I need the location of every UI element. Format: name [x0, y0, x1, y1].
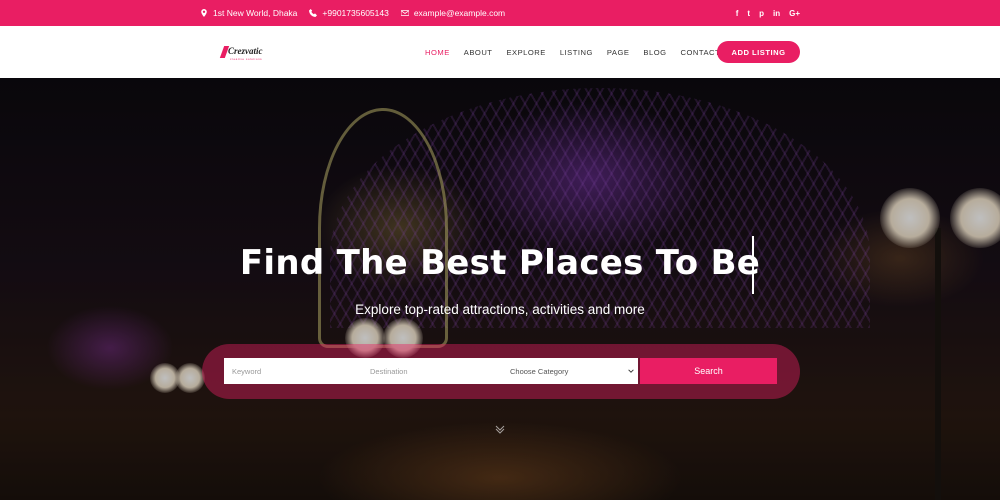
- google-plus-icon[interactable]: G+: [789, 9, 800, 18]
- hero-overlay: [0, 78, 1000, 500]
- pinterest-icon[interactable]: p: [759, 9, 764, 18]
- search-button[interactable]: Search: [640, 358, 777, 384]
- search-form: Keyword Destination Choose Category: [224, 358, 638, 384]
- category-select-value: Choose Category: [510, 366, 569, 376]
- address-item: 1st New World, Dhaka: [200, 8, 297, 18]
- facebook-icon[interactable]: f: [736, 9, 739, 18]
- nav-item-explore[interactable]: EXPLORE: [506, 48, 545, 57]
- nav-item-home[interactable]: HOME: [425, 48, 450, 57]
- social-links: f t p in G+: [736, 0, 800, 26]
- nav-item-page[interactable]: PAGE: [607, 48, 630, 57]
- brand-logo[interactable]: Crezvatic creative solutions: [219, 46, 263, 61]
- twitter-icon[interactable]: t: [747, 9, 750, 18]
- main-navbar: Crezvatic creative solutions HOME ABOUT …: [0, 26, 1000, 78]
- nav-item-listing[interactable]: LISTING: [560, 48, 593, 57]
- contact-info: 1st New World, Dhaka +9901735605143 exam…: [200, 0, 505, 26]
- nav-item-contact[interactable]: CONTACT: [681, 48, 721, 57]
- hero-section: Find The Best Places To Be Explore top-r…: [0, 78, 1000, 500]
- linkedin-icon[interactable]: in: [773, 9, 780, 18]
- brand-tagline: creative solutions: [230, 57, 263, 61]
- phone-text[interactable]: +9901735605143: [322, 8, 388, 18]
- brand-name: Crezvatic: [228, 46, 263, 56]
- hero-subtitle: Explore top-rated attractions, activitie…: [355, 302, 645, 317]
- add-listing-button[interactable]: ADD LISTING: [717, 41, 800, 63]
- email-item[interactable]: example@example.com: [400, 8, 505, 18]
- hero-title: Find The Best Places To Be: [239, 243, 761, 283]
- nav-item-blog[interactable]: BLOG: [643, 48, 666, 57]
- top-info-bar: 1st New World, Dhaka +9901735605143 exam…: [0, 0, 1000, 26]
- chevron-down-icon: [628, 369, 634, 373]
- typing-cursor: [752, 236, 754, 294]
- destination-input[interactable]: Destination: [362, 358, 502, 384]
- nav-item-about[interactable]: ABOUT: [464, 48, 493, 57]
- email-text[interactable]: example@example.com: [414, 8, 505, 18]
- main-menu: HOME ABOUT EXPLORE LISTING PAGE BLOG CON…: [425, 26, 734, 78]
- map-pin-icon: [201, 9, 207, 17]
- address-text: 1st New World, Dhaka: [213, 8, 298, 18]
- keyword-input[interactable]: Keyword: [224, 358, 362, 384]
- phone-item[interactable]: +9901735605143: [309, 8, 389, 18]
- phone-icon: [309, 9, 318, 17]
- scroll-down-icon[interactable]: [495, 424, 505, 434]
- category-select[interactable]: Choose Category: [502, 358, 638, 384]
- envelope-icon: [400, 10, 409, 16]
